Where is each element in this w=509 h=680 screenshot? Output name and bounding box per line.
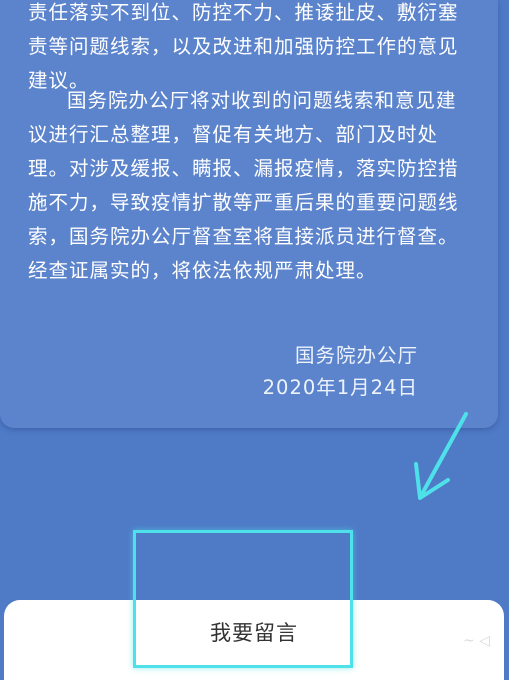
signature-date: 2020年1月24日: [262, 376, 418, 399]
notice-paragraph-2: 国务院办公厅将对收到的问题线索和意见建议进行汇总整理，督促有关地方、部门及时处理…: [28, 89, 459, 282]
watermark-logo: ~ ◁: [463, 633, 490, 649]
bottom-action-sheet: 我要留言 ~ ◁: [4, 600, 504, 680]
notice-signature: 国务院办公厅 2020年1月24日: [218, 340, 418, 404]
leave-message-button[interactable]: 我要留言: [4, 618, 504, 648]
annotation-arrow-icon: [414, 412, 468, 500]
notice-card: 责任落实不到位、防控不力、推诿扯皮、敷衍塞责等问题线索，以及改进和加强防控工作的…: [0, 0, 498, 428]
signature-organization: 国务院办公厅: [294, 344, 418, 367]
